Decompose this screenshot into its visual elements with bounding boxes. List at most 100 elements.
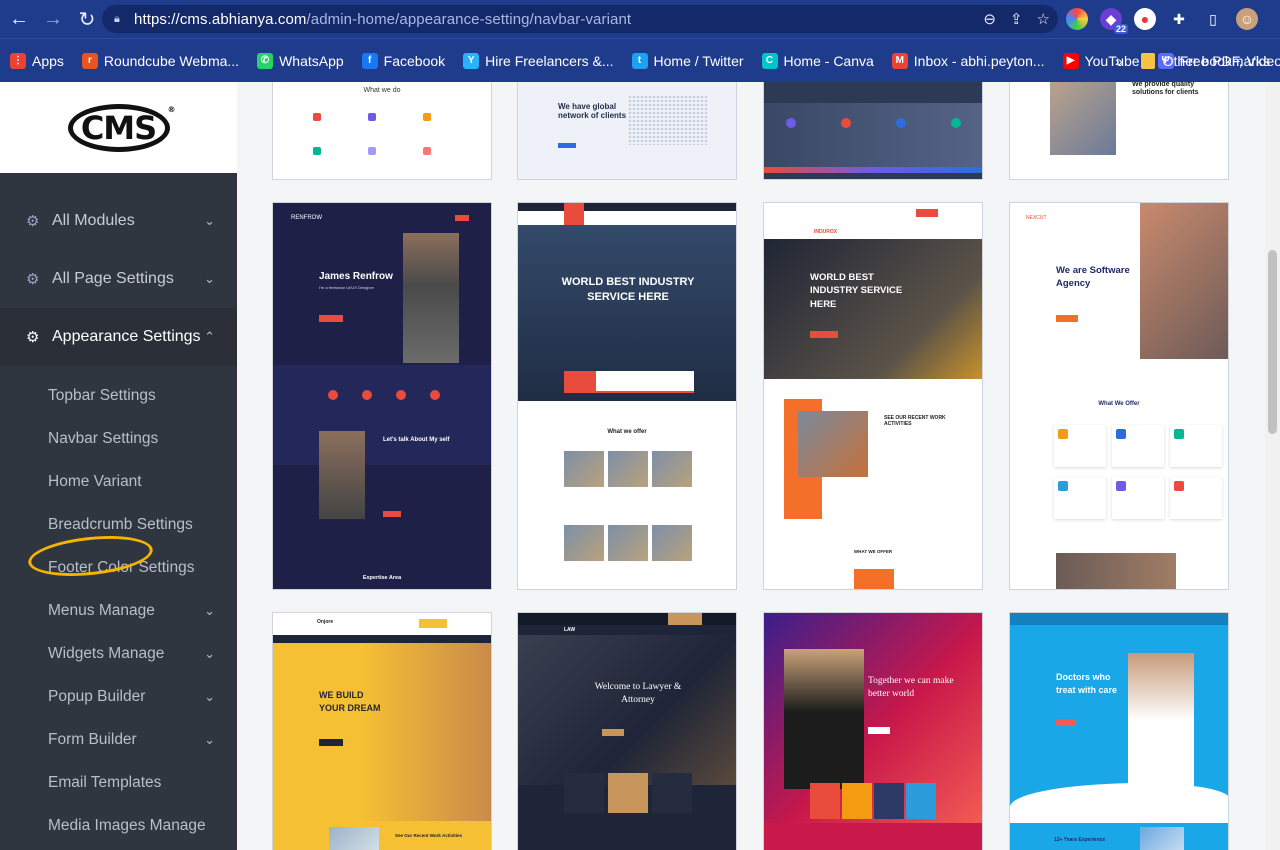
bookmark-7[interactable]: M Inbox - abhi.peyton... (891, 52, 1045, 69)
sidebar-subitem-label: Topbar Settings (48, 386, 156, 404)
stat-icon (328, 390, 338, 400)
variant-section-title: What we offer (607, 429, 647, 435)
home-variant-card[interactable]: Onjore WE BUILD YOUR DREAM See Our Recent … (272, 612, 492, 850)
variant-brand: INDUROX (814, 229, 838, 235)
home-variant-card[interactable]: RENFROW James Renfrow I'm a freelance UI/U… (272, 202, 492, 590)
url-text[interactable]: https://cms.abhianya.com/admin-home/appe… (134, 11, 631, 28)
bookmark-3[interactable]: f Facebook (361, 52, 445, 69)
feature-icon (313, 147, 321, 155)
hero-person (403, 233, 459, 363)
home-variant-card[interactable]: We have global network of clients (517, 82, 737, 180)
sidebar-item-label: All Page Settings (52, 270, 174, 287)
service-icon (841, 118, 851, 128)
sidebar-subitem-form-builder[interactable]: Form Builder ⌄ (0, 718, 237, 761)
home-variant-card[interactable]: EtscapTogether we can make better world (763, 612, 983, 850)
home-variant-card[interactable]: LAW Welcome to Lawyer & Attorney (517, 612, 737, 850)
back-icon[interactable]: ← (4, 4, 34, 34)
home-variant-card[interactable]: WORLD BEST INDUSTRY SERVICE HERE What we … (517, 202, 737, 590)
sidebar-subitem-label: Form Builder (48, 730, 137, 748)
service-card (854, 569, 894, 589)
sidebar-subitem-popup-builder[interactable]: Popup Builder ⌄ (0, 675, 237, 718)
stats-band (273, 365, 491, 465)
variant-brand: NEXCUT (1026, 215, 1047, 221)
address-bar[interactable]: 🔒︎ https://cms.abhianya.com/admin-home/a… (102, 5, 1058, 33)
world-map (628, 95, 708, 145)
home-variant-card[interactable]: What we do (272, 82, 492, 180)
service-icon (786, 118, 796, 128)
feature-icon (368, 113, 376, 121)
forward-icon[interactable]: → (38, 4, 68, 34)
hero-image (1140, 203, 1228, 359)
home-variant-card[interactable]: NEXCUT We are Software Agency What We Offe… (1009, 202, 1229, 590)
bookmark-label: Hire Freelancers &... (485, 52, 614, 69)
bookmark-icon: ⋮ (10, 52, 26, 69)
bookmark-star-icon[interactable]: ☆ (1037, 10, 1050, 28)
extension-icon-3[interactable]: ● (1134, 8, 1156, 30)
header (273, 613, 491, 635)
chevron-down-icon: ⌄ (204, 213, 215, 228)
variant-subheadline: I'm a freelance UI/UX Designer (319, 285, 375, 290)
bookmark-label: Apps (32, 52, 64, 69)
sidebar-subitem-label: Menus Manage (48, 601, 155, 619)
bookmark-icon: Y (463, 52, 480, 69)
bookmark-0[interactable]: ⋮ Apps (10, 52, 64, 69)
bookmark-5[interactable]: t Home / Twitter (631, 52, 744, 69)
variant-brand: LAW (564, 627, 576, 633)
sidebar-item-label: Appearance Settings (52, 328, 201, 345)
sidebar-subitem-topbar-settings[interactable]: Topbar Settings (0, 374, 237, 417)
sidepanel-icon[interactable]: ▯ (1202, 8, 1224, 30)
extensions-area: ◆22 ● ✚ ▯ ☺ ⋮ (1066, 6, 1280, 34)
variant-footer-title: WHAT WE OFFER (853, 549, 893, 554)
more-bookmarks-icon[interactable]: » (1115, 53, 1123, 69)
feature-icon (423, 147, 431, 155)
topbar-button (668, 613, 702, 625)
reload-icon[interactable]: ↻ (72, 4, 102, 34)
extension-icon-2[interactable]: ◆ 22 (1100, 8, 1128, 34)
cause-card (874, 783, 904, 819)
service-icon (1058, 429, 1068, 439)
variant-heading: We have global network of clients (558, 102, 627, 120)
service-image (652, 525, 692, 561)
topbar (1010, 613, 1228, 625)
home-variant-card[interactable]: We CareDoctors who treat with care12+ Ye… (1009, 612, 1229, 850)
sidebar-item-all-page-settings[interactable]: ⚙ All Page Settings ⌄ (0, 250, 237, 308)
logo-area[interactable]: CMS ® (0, 82, 237, 173)
home-variant-card[interactable]: We provide quality solutions for clients (1009, 82, 1229, 180)
scrollbar[interactable] (1265, 82, 1280, 850)
variant-button (602, 729, 624, 736)
bookmark-4[interactable]: Y Hire Freelancers &... (463, 52, 614, 69)
variant-headline: Doctors who treat with care (1056, 672, 1118, 696)
cause-card (842, 783, 872, 819)
service-image (564, 525, 604, 561)
menu-icon[interactable]: ⋮ (1270, 8, 1280, 30)
team-image (1056, 553, 1176, 589)
avatar[interactable]: ☺ (1236, 8, 1258, 30)
feature-icon (423, 113, 431, 121)
share-icon[interactable]: ⇪ (1010, 10, 1023, 28)
home-variant-card[interactable] (763, 82, 983, 180)
zoom-icon[interactable]: ⊖ (983, 10, 996, 28)
sidebar-subitem-media-images-manage[interactable]: Media Images Manage (0, 804, 237, 847)
sidebar-subitem-menus-manage[interactable]: Menus Manage ⌄ (0, 589, 237, 632)
bookmark-2[interactable]: ✆ WhatsApp (257, 52, 344, 69)
bookmark-label: Inbox - abhi.peyton... (913, 52, 1045, 69)
other-bookmarks[interactable]: » Other bookmarks (1115, 39, 1270, 83)
team-photo (1050, 82, 1116, 155)
scrollbar-thumb[interactable] (1268, 250, 1277, 434)
sidebar-item-all-modules[interactable]: ⚙ All Modules ⌄ (0, 192, 237, 250)
sidebar-subitem-widgets-manage[interactable]: Widgets Manage ⌄ (0, 632, 237, 675)
bookmark-6[interactable]: C Home - Canva (761, 52, 874, 69)
sidebar-subitem-navbar-settings[interactable]: Navbar Settings (0, 417, 237, 460)
home-variant-card[interactable]: INDUROX WORLD BEST INDUSTRY SERVICE HERE S… (763, 202, 983, 590)
extension-icon-1[interactable] (1066, 8, 1088, 30)
gear-icon: ⚙ (26, 329, 40, 346)
variants-grid: What we do We have global network of clie… (237, 82, 1265, 850)
logo[interactable]: CMS ® (67, 103, 176, 152)
variant-heading: What we do (363, 87, 401, 94)
sidebar-subitem-email-templates[interactable]: Email Templates (0, 761, 237, 804)
puzzle-icon[interactable]: ✚ (1168, 8, 1190, 30)
sidebar-item-appearance-settings[interactable]: ⚙ Appearance Settings ⌃ (0, 308, 237, 366)
bookmark-1[interactable]: r Roundcube Webma... (81, 52, 239, 69)
chevron-up-icon: ⌃ (204, 329, 215, 344)
sidebar-subitem-home-variant[interactable]: Home Variant (0, 460, 237, 503)
